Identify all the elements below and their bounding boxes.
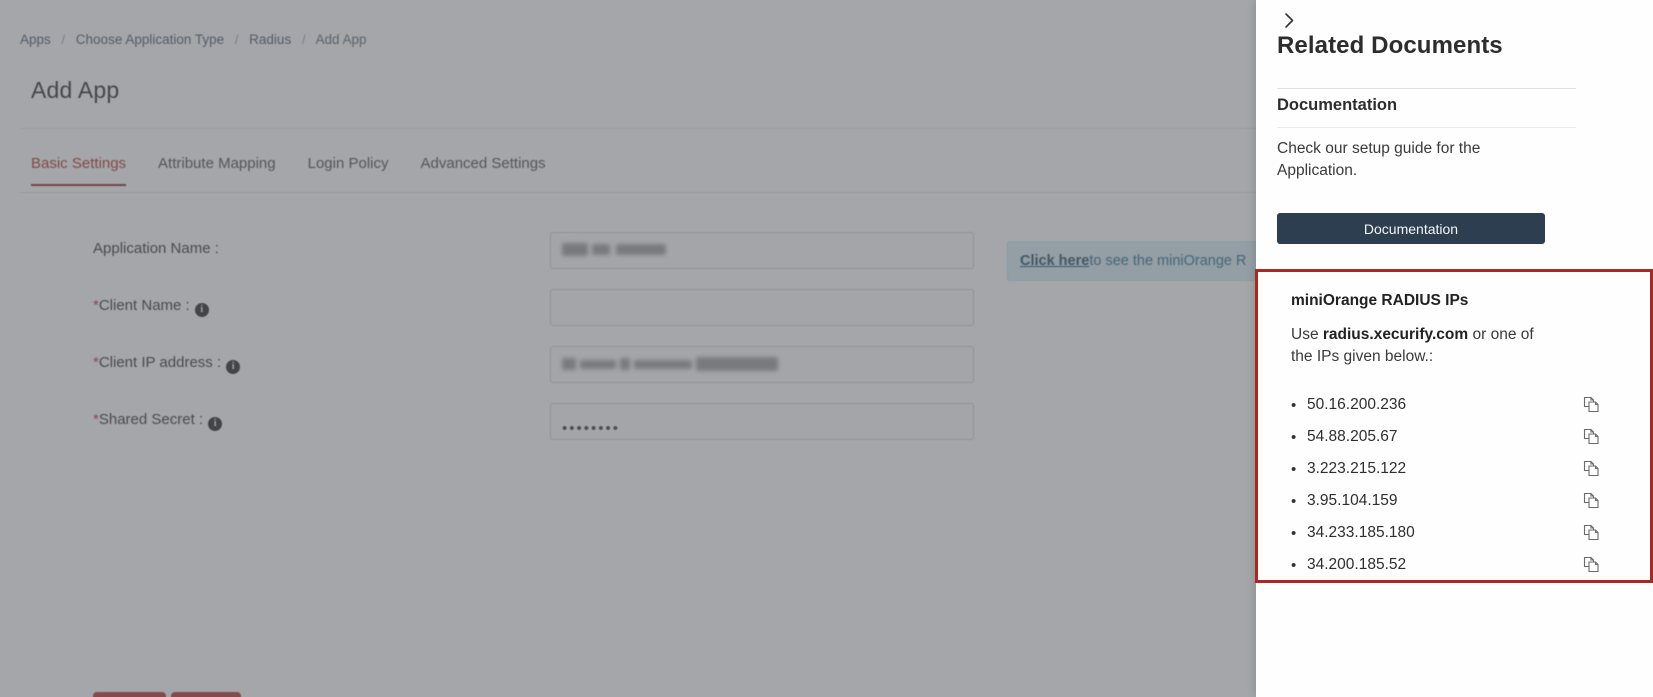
modal-dim-overlay[interactable] (0, 0, 1256, 697)
app-root: Apps / Choose Application Type / Radius … (0, 0, 1653, 697)
radius-ips-description: Use radius.xecurify.com or one of the IP… (1291, 324, 1543, 369)
radius-ips-highlight-box: miniOrange RADIUS IPs Use radius.xecurif… (1255, 269, 1653, 583)
bullet-icon: • (1291, 556, 1297, 574)
documentation-button[interactable]: Documentation (1277, 213, 1545, 244)
drawer-subtitle-documentation: Documentation (1277, 96, 1398, 114)
bullet-icon: • (1291, 428, 1297, 446)
copy-icon[interactable] (1583, 396, 1600, 414)
copy-icon[interactable] (1583, 556, 1600, 574)
drawer-description: Check our setup guide for the Applicatio… (1277, 140, 1481, 179)
copy-icon[interactable] (1583, 524, 1600, 542)
list-item: • 3.223.215.122 (1291, 453, 1621, 485)
radius-ips-desc-prefix: Use (1291, 326, 1323, 343)
radius-hostname: radius.xecurify.com (1322, 326, 1469, 343)
radius-ip-value: 50.16.200.236 (1307, 396, 1407, 413)
drawer-divider-1 (1277, 88, 1576, 89)
list-item: • 34.233.185.180 (1291, 517, 1621, 549)
bullet-icon: • (1291, 460, 1297, 478)
chevron-right-icon[interactable] (1277, 8, 1301, 32)
copy-icon[interactable] (1583, 492, 1600, 510)
list-item: • 54.88.205.67 (1291, 421, 1621, 453)
drawer-divider-2 (1277, 127, 1576, 128)
copy-icon[interactable] (1583, 460, 1600, 478)
bullet-icon: • (1291, 396, 1297, 414)
drawer-title: Related Documents (1277, 32, 1503, 59)
list-item: • 50.16.200.236 (1291, 389, 1621, 421)
copy-icon[interactable] (1583, 428, 1600, 446)
radius-ips-title: miniOrange RADIUS IPs (1291, 292, 1469, 309)
radius-ip-value: 34.200.185.52 (1307, 556, 1407, 573)
radius-ip-value: 3.95.104.159 (1307, 492, 1398, 509)
radius-ip-value: 34.233.185.180 (1307, 524, 1415, 541)
related-documents-drawer: Related Documents Documentation Check ou… (1255, 0, 1653, 697)
radius-ip-value: 54.88.205.67 (1307, 428, 1398, 445)
radius-ip-value: 3.223.215.122 (1307, 460, 1407, 477)
bullet-icon: • (1291, 492, 1297, 510)
bullet-icon: • (1291, 524, 1297, 542)
list-item: • 34.200.185.52 (1291, 549, 1621, 581)
radius-ip-list: • 50.16.200.236 • 54.88.205.67 • 3.223.2… (1291, 389, 1621, 581)
list-item: • 3.95.104.159 (1291, 485, 1621, 517)
